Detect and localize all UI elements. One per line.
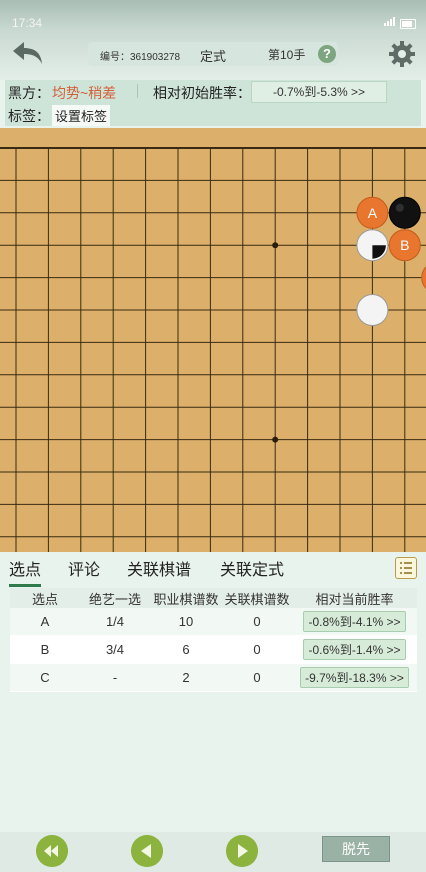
previous-move-button[interactable]	[131, 835, 163, 867]
status-icons	[384, 15, 416, 29]
status-bar: 17:34	[0, 0, 426, 40]
go-board-canvas[interactable]: ABC	[0, 128, 426, 570]
cell-point: B	[40, 642, 50, 657]
rewind-button[interactable]	[36, 835, 68, 867]
star-point	[272, 436, 279, 443]
board-surface	[0, 128, 426, 552]
header-related-games: 关联棋谱数	[224, 591, 290, 607]
list-icon[interactable]	[395, 557, 417, 579]
next-move-button[interactable]	[226, 835, 258, 867]
tag-label: 标签：	[8, 108, 50, 124]
move-number: 第10手	[268, 48, 306, 62]
cell-pro-games: 10	[178, 614, 194, 629]
table-header: 选点 绝艺一选 职业棋谱数 关联棋谱数 相对当前胜率	[10, 588, 417, 608]
cell-related-games: 0	[253, 642, 261, 657]
header-ai-choice: 绝艺一选	[88, 591, 141, 607]
set-tag-button[interactable]: 设置标签	[52, 105, 111, 126]
cell-pro-games: 6	[182, 642, 190, 657]
tab-candidates[interactable]: 选点	[9, 556, 42, 587]
initial-winrate-button[interactable]: -0.7%到-5.3% >>	[251, 81, 387, 103]
signal-icon	[384, 15, 396, 29]
info-panel: 黑方： 均势~稍差 相对初始胜率： -0.7%到-5.3% >> 标签： 设置标签	[5, 80, 421, 126]
cell-point: A	[40, 614, 50, 629]
back-arrow-icon[interactable]	[10, 40, 44, 68]
black-stone	[388, 196, 421, 229]
winrate-button[interactable]: -0.6%到-1.4% >>	[303, 639, 406, 660]
header-winrate: 相对当前胜率	[315, 591, 394, 607]
table-row[interactable]: B 3/4 6 0 -0.6%到-1.4% >>	[10, 636, 417, 664]
cell-point: C	[40, 670, 50, 685]
tab-comments[interactable]: 评论	[68, 556, 100, 580]
go-board[interactable]: ABC	[0, 128, 426, 570]
stone-highlight	[395, 203, 404, 212]
tab-related-games[interactable]: 关联棋谱	[127, 556, 191, 580]
side-label: 黑方：	[8, 85, 50, 101]
table-row[interactable]: C - 2 0 -9.7%到-18.3% >>	[10, 664, 417, 692]
star-point	[272, 242, 279, 249]
white-stone	[356, 294, 389, 326]
header-pro-games: 职业棋谱数	[153, 591, 219, 607]
gear-icon[interactable]	[388, 40, 416, 68]
pass-button[interactable]: 脱先	[322, 836, 390, 862]
divider	[137, 84, 138, 98]
initial-winrate-label: 相对初始胜率：	[153, 85, 251, 101]
winrate-button[interactable]: -0.8%到-4.1% >>	[303, 611, 406, 632]
title-bar: 编号：361903278 定式 第10手	[88, 42, 338, 66]
candidates-table: 选点 绝艺一选 职业棋谱数 关联棋谱数 相对当前胜率 A 1/4 10 0 -0…	[10, 588, 417, 692]
cell-ai-choice: 1/4	[105, 614, 125, 629]
header-point: 选点	[31, 591, 58, 607]
page-type: 定式	[200, 49, 227, 64]
help-icon[interactable]: ?	[318, 45, 336, 63]
candidate-label: B	[400, 237, 409, 253]
joseki-id: 编号：361903278	[100, 52, 181, 63]
cell-related-games: 0	[253, 670, 261, 685]
side-evaluation: 均势~稍差	[52, 85, 117, 101]
table-row[interactable]: A 1/4 10 0 -0.8%到-4.1% >>	[10, 608, 417, 636]
bottom-toolbar: 脱先	[0, 832, 426, 872]
tab-bar: 选点 评论 关联棋谱 关联定式	[0, 552, 426, 587]
battery-icon	[400, 19, 416, 29]
cell-ai-choice: -	[112, 670, 118, 685]
cell-related-games: 0	[253, 614, 261, 629]
winrate-button[interactable]: -9.7%到-18.3% >>	[300, 667, 409, 688]
candidate-label: A	[368, 205, 378, 221]
status-time: 17:34	[12, 16, 43, 30]
cell-ai-choice: 3/4	[105, 642, 125, 657]
cell-pro-games: 2	[182, 670, 190, 685]
tab-related-joseki[interactable]: 关联定式	[220, 556, 284, 580]
